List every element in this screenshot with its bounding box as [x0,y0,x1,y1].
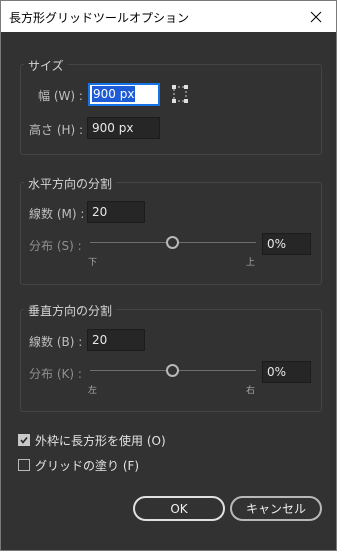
outer-rect-checkbox[interactable] [18,434,30,446]
width-input[interactable]: 900 px [88,83,160,106]
height-label: 高さ (H) : [29,123,84,137]
horizontal-max-label: 上 [246,258,256,268]
window-title: 長方形グリッドツールオプション [9,11,190,25]
cancel-button[interactable]: キャンセル [230,496,322,521]
close-icon [310,11,322,22]
dialog-window: 長方形グリッドツールオプション サイズ 幅 (W) : 900 px 高さ (H… [0,0,337,551]
checkmark-icon [20,437,28,444]
fill-grid-checkbox[interactable] [18,459,30,471]
size-section [20,64,322,155]
vertical-count-label: 線数 (B) : [29,335,83,349]
ok-button-label: OK [170,501,188,516]
vertical-min-label: 左 [88,386,98,396]
vertical-max-label: 右 [246,386,256,396]
size-legend: サイズ [24,57,68,74]
vertical-count-input[interactable]: 20 [87,329,145,351]
vertical-skew-label: 分布 (K) : [29,367,82,381]
horizontal-skew-label: 分布 (S) : [29,239,82,253]
outer-rect-label[interactable]: 外枠に長方形を使用 (O) [35,432,166,449]
width-input-value: 900 px [92,86,136,102]
fill-grid-label[interactable]: グリッドの塗り (F) [35,457,139,474]
ok-button[interactable]: OK [133,496,225,521]
vertical-skew-thumb[interactable] [166,364,179,377]
constrain-proportions-icon[interactable] [172,85,188,103]
horizontal-skew-thumb[interactable] [166,236,179,249]
horizontal-skew-input[interactable]: 0% [262,233,311,255]
horizontal-count-input[interactable]: 20 [87,201,145,223]
vertical-legend: 垂直方向の分割 [24,302,117,319]
horizontal-count-label: 線数 (M) : [29,207,85,221]
horizontal-legend: 水平方向の分割 [24,175,117,192]
vertical-skew-input[interactable]: 0% [262,361,311,383]
horizontal-min-label: 下 [88,258,98,268]
title-bar[interactable]: 長方形グリッドツールオプション [1,1,336,32]
width-label: 幅 (W) : [38,89,83,103]
close-button[interactable] [296,1,336,32]
height-input[interactable]: 900 px [87,117,160,139]
cancel-button-label: キャンセル [245,502,306,516]
